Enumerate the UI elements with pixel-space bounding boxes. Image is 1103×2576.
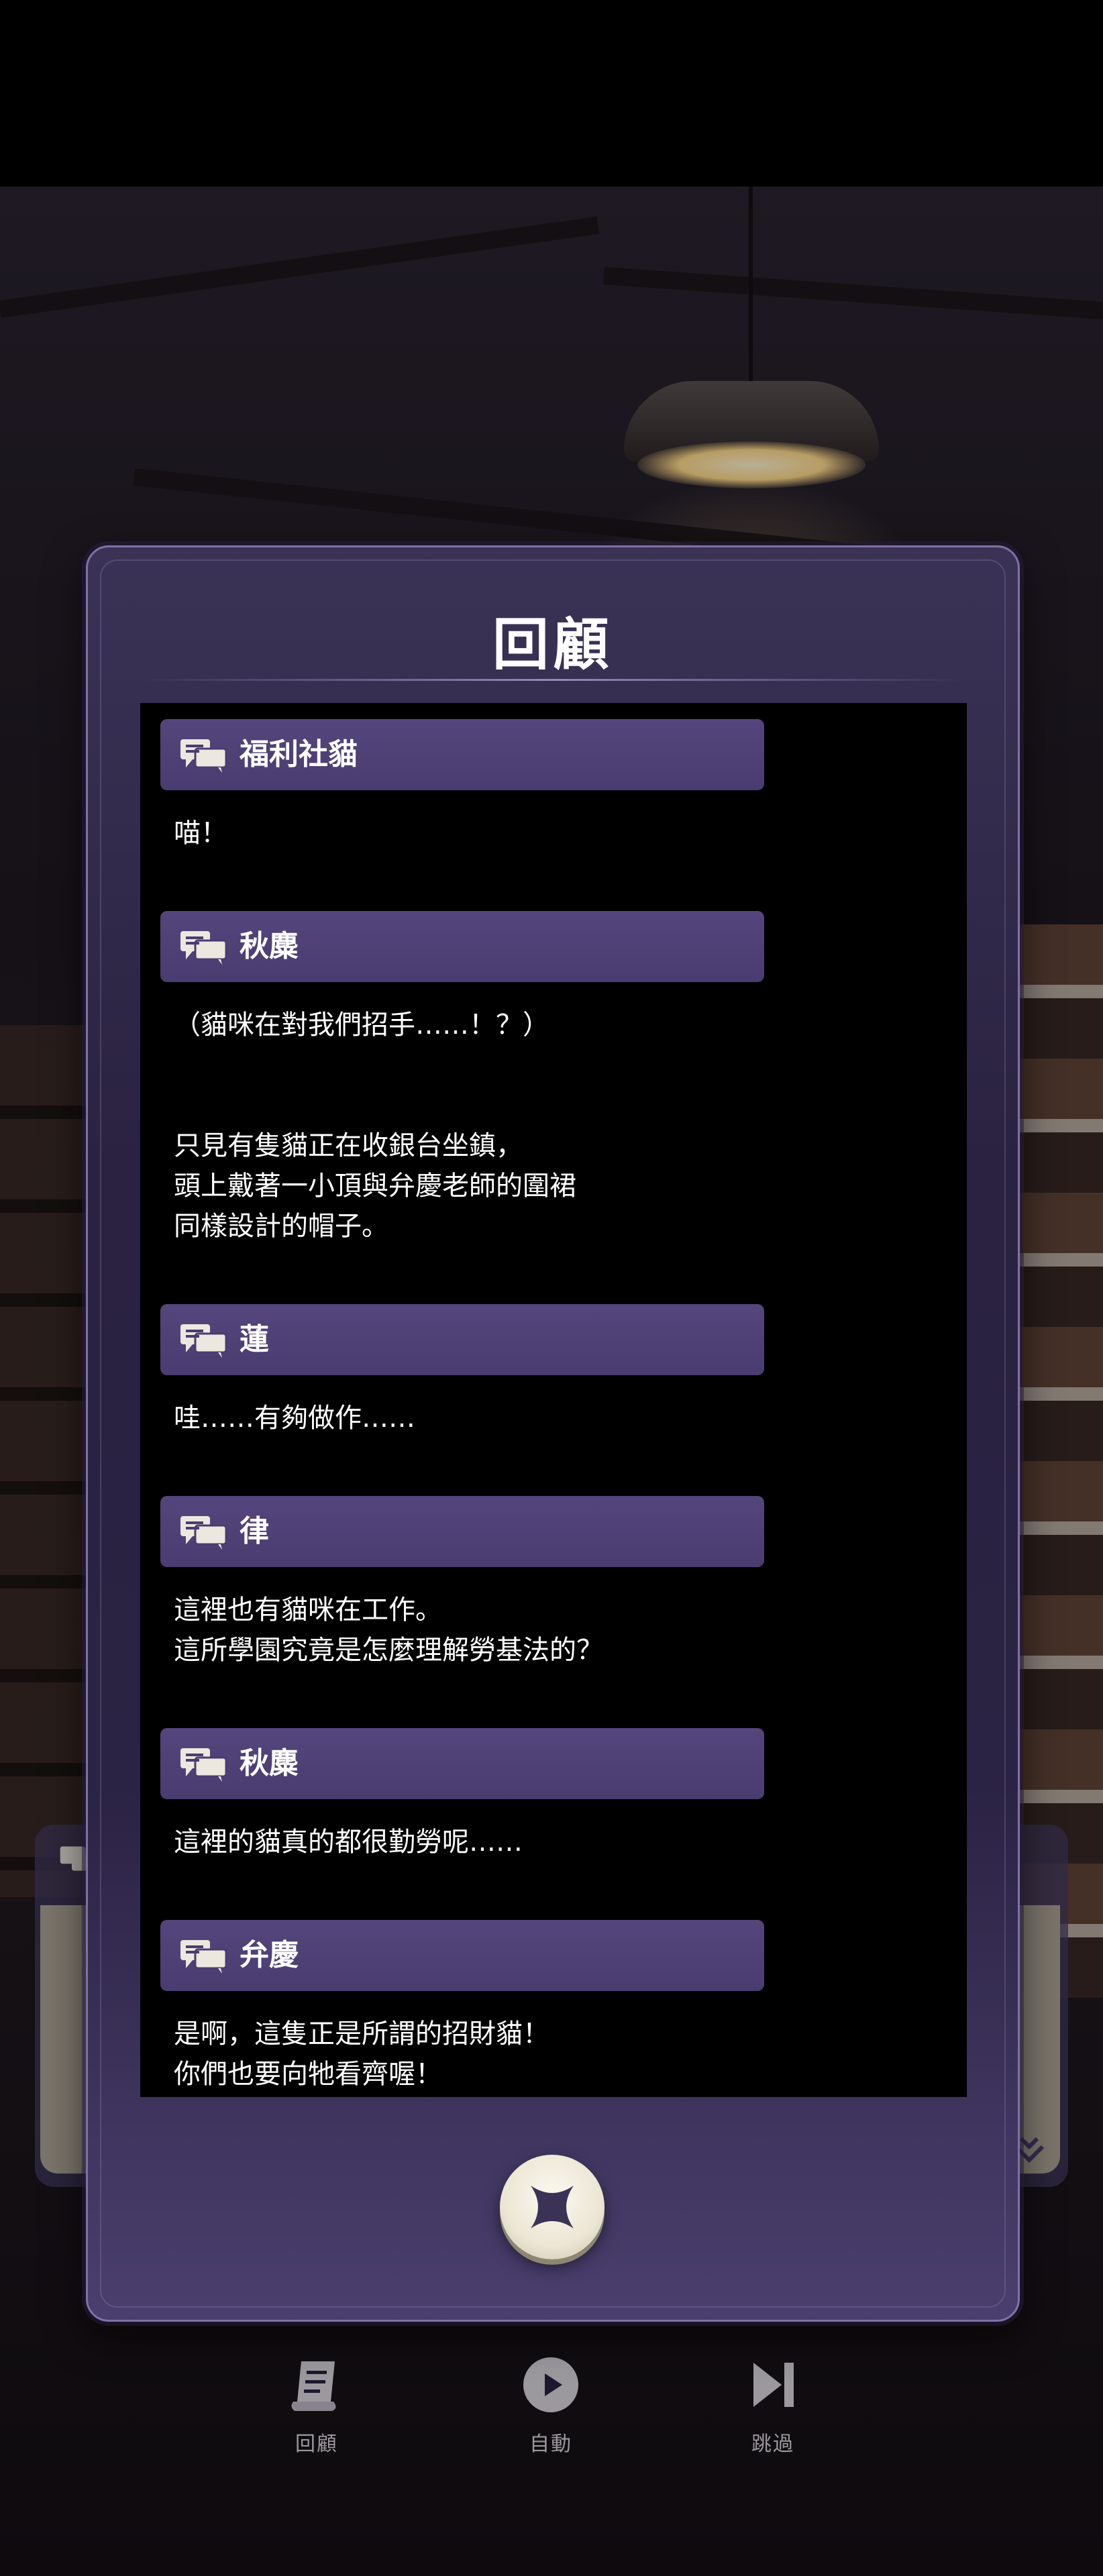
dialogue-line: 喵！ [174,818,227,849]
modal-title: 回顧 [492,612,613,678]
dialogue-line: 只見有隻貓正在收銀台坐鎮， [174,1130,523,1161]
dialogue-line: 這裡也有貓咪在工作。 [174,1595,442,1625]
top-letterbox [0,0,1103,186]
dialogue-line: 哇……有夠做作…… [174,1403,415,1434]
speaker-name: 律 [240,1514,269,1548]
dialogue-line: （貓咪在對我們招手……！？） [174,1010,549,1040]
dialogue-line: 你們也要向牠看齊喔！ [174,2059,442,2090]
speaker-name-bar: 秋麋 [160,911,764,982]
speaker-name-bar: 律 [160,1496,764,1567]
speaker-name: 蓮 [240,1322,269,1356]
speaker-name: 秋麋 [240,929,299,963]
speaker-name-bar: 弁慶 [160,1920,764,1991]
backlog-list[interactable]: 福利社貓喵！ 秋麋 （貓咪在對我們招手……！？） 只見有隻貓正在收銀台坐鎮， 頭上戴著一… [140,703,967,2097]
speaker-name: 弁慶 [240,1938,299,1972]
close-x-icon [531,2186,574,2229]
chat-bubble-icon [180,1324,227,1358]
backlog-modal: 回顧 福利社貓喵！ 秋麋 （貓咪在對我們招手……！？） 只見有隻貓正在收銀台坐鎮， 頭上… [86,545,1020,2322]
dialogue-line: 這所學園究竟是怎麼理解勞基法的？ [174,1635,603,1666]
dialogue-line: 是啊，這隻正是所謂的招財貓！ [174,2019,549,2049]
dialogue-line: 同樣設計的帽子。 [174,1211,388,1242]
chat-bubble-icon [180,739,227,773]
close-button[interactable] [500,2155,605,2259]
chat-bubble-icon [180,1940,227,1974]
speaker-name-bar: 蓮 [160,1304,764,1375]
chat-bubble-icon [180,1516,227,1550]
speaker-name-bar: 福利社貓 [160,719,764,790]
speaker-name-bar: 秋麋 [160,1728,764,1799]
dialogue-line: 頭上戴著一小頂與弁慶老師的圍裙 [174,1171,576,1201]
speaker-name: 秋麋 [240,1746,299,1780]
chat-bubble-icon [180,931,227,965]
dialogue-line: 這裡的貓真的都很勤勞呢…… [174,1827,523,1858]
speaker-name: 福利社貓 [240,737,358,771]
chat-bubble-icon [180,1748,227,1782]
title-divider [142,679,964,681]
